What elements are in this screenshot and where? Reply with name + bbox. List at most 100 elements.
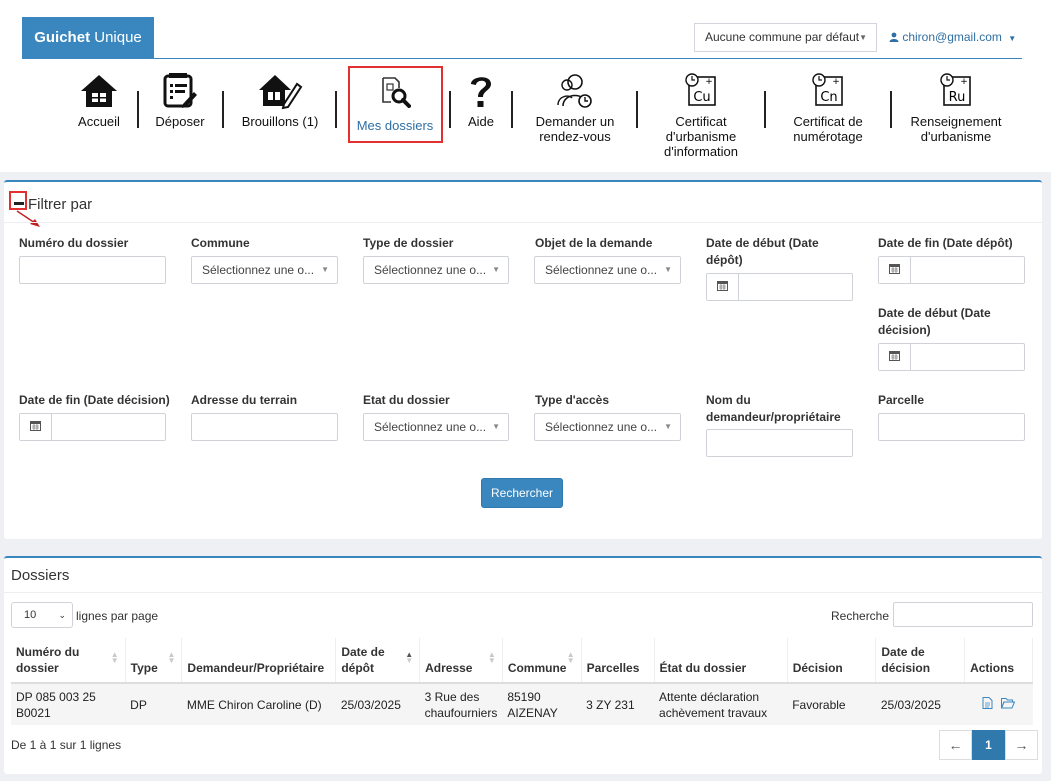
type-select[interactable]: Sélectionnez une o... ▼ [363, 256, 509, 284]
page-size-select[interactable]: 10 ⌄ [11, 602, 73, 628]
col-adresse[interactable]: Adresse ▲ ▼ [419, 638, 503, 684]
page-1-button[interactable]: 1 [972, 730, 1005, 760]
nav-label: Demander un rendez-vous [535, 114, 615, 144]
label-commune: Commune [191, 236, 250, 250]
label-objet: Objet de la demande [535, 236, 653, 250]
col-etat: État du dossier [654, 638, 788, 684]
prev-page-button[interactable]: ← [939, 730, 972, 760]
nav-divider [449, 91, 451, 128]
sort-asc-icon: ▲ ▼ [405, 650, 414, 665]
nom-input[interactable] [706, 429, 853, 457]
nav-rendez-vous[interactable]: Demander un rendez-vous [526, 72, 624, 144]
nav-brouillons[interactable]: Brouillons (1) [236, 72, 324, 129]
objet-select[interactable]: Sélectionnez une o... ▼ [534, 256, 681, 284]
fin-decision-date[interactable] [19, 413, 166, 441]
cell-parcelles: 3 ZY 231 [581, 683, 655, 725]
nav-mes-dossiers[interactable]: Mes dossiers [350, 76, 440, 133]
document-edit-icon [150, 72, 210, 110]
next-page-button[interactable]: → [1005, 730, 1038, 760]
calendar-icon[interactable] [879, 344, 911, 370]
default-commune-select[interactable]: Aucune commune par défaut ▼ [694, 23, 877, 52]
caret-down-icon: ▼ [321, 265, 329, 274]
question-icon [462, 72, 500, 110]
caret-down-icon: ▼ [664, 422, 672, 431]
cell-decision: Favorable [787, 683, 876, 725]
calendar-icon[interactable] [707, 274, 739, 300]
caret-down-icon: ▼ [1008, 34, 1017, 43]
rechercher-button[interactable]: Rechercher [481, 478, 563, 508]
table-search-input[interactable] [893, 602, 1033, 627]
adresse-input[interactable] [191, 413, 338, 441]
folder-open-icon[interactable] [1000, 697, 1015, 709]
label-nom: Nom du demandeur/propriétaire [706, 393, 841, 424]
nav-label: Certificat d'urbanisme d'information [663, 114, 739, 159]
dossiers-title: Dossiers [11, 567, 70, 584]
table-row: DP 085 003 25 B0021 DP MME Chiron Caroli… [11, 683, 1033, 725]
pagination-info: De 1 à 1 sur 1 lignes [11, 738, 122, 752]
brand-logo[interactable]: Guichet Unique [22, 17, 154, 59]
nav-renseignement-urbanisme[interactable]: + Ru Renseignement d'urbanisme [902, 72, 1010, 144]
svg-text:+: + [960, 77, 968, 87]
minus-icon[interactable] [14, 202, 24, 205]
caret-down-icon: ▼ [664, 265, 672, 274]
calendar-icon[interactable] [879, 257, 911, 283]
collapse-toggle-highlight[interactable] [9, 191, 27, 210]
col-numero[interactable]: Numéro du dossier ▲ ▼ [11, 638, 126, 684]
svg-text:Cn: Cn [820, 90, 837, 105]
label-fin-decision: Date de fin (Date décision) [19, 393, 170, 407]
nav-label: Brouillons (1) [241, 114, 319, 129]
user-menu[interactable]: chiron@gmail.com ▼ [889, 30, 1016, 44]
cell-adresse: 3 Rue des chaufourniers [419, 683, 503, 725]
cell-actions [964, 683, 1033, 725]
filter-panel: Filtrer par Numéro du dossier Commune Sé… [4, 180, 1042, 539]
parcelle-input[interactable] [878, 413, 1025, 441]
cn-clock-icon: + Cn [778, 72, 878, 110]
sort-icon: ▲ ▼ [167, 650, 176, 665]
nav-divider [636, 91, 638, 128]
debut-decision-date[interactable] [878, 343, 1025, 371]
house-pencil-icon [236, 72, 324, 110]
filter-title: Filtrer par [28, 196, 93, 213]
user-email: chiron@gmail.com [902, 30, 1002, 44]
col-decision: Décision [787, 638, 877, 684]
caret-down-icon: ▼ [859, 33, 867, 42]
user-icon [889, 32, 899, 42]
svg-text:Cu: Cu [693, 90, 710, 105]
cell-date-depot: 25/03/2025 [335, 683, 420, 725]
document-icon[interactable] [982, 696, 993, 709]
etat-select[interactable]: Sélectionnez une o... ▼ [363, 413, 509, 441]
nav-divider [137, 91, 139, 128]
dossiers-table: Numéro du dossier ▲ ▼ Type ▲ ▼ Demandeur/Pro… [11, 638, 1033, 725]
cell-numero: DP 085 003 25 B0021 [11, 683, 126, 725]
header-divider [22, 58, 1022, 59]
cell-commune: 85190 AIZENAY [502, 683, 582, 725]
divider [4, 222, 1042, 223]
label-numero: Numéro du dossier [19, 236, 129, 250]
fin-depot-date[interactable] [878, 256, 1025, 284]
numero-input[interactable] [19, 256, 166, 284]
label-adresse: Adresse du terrain [191, 393, 298, 407]
search-label: Recherche [831, 609, 890, 623]
col-type[interactable]: Type ▲ ▼ [125, 638, 183, 684]
col-date-depot[interactable]: Date de dépôt ▲ ▼ [335, 638, 421, 684]
divider [4, 592, 1042, 593]
label-type: Type de dossier [363, 236, 454, 250]
folder-search-icon [350, 76, 440, 108]
nav-certificat-numerotage[interactable]: + Cn Certificat de numérotage [778, 72, 878, 144]
nav-aide[interactable]: Aide [462, 72, 500, 129]
svg-text:+: + [705, 77, 713, 87]
nav-deposer[interactable]: Déposer [150, 72, 210, 129]
col-demandeur: Demandeur/Propriétaire [181, 638, 337, 684]
col-commune[interactable]: Commune ▲ ▼ [502, 638, 582, 684]
page-size-label: lignes par page [76, 609, 159, 623]
nav-label: Déposer [155, 114, 205, 129]
commune-select[interactable]: Sélectionnez une o... ▼ [191, 256, 338, 284]
debut-depot-date[interactable] [706, 273, 853, 301]
nav-certificat-urbanisme[interactable]: + Cu Certificat d'urbanisme d'information [650, 72, 752, 159]
nav-label: Accueil [78, 114, 120, 129]
acces-select[interactable]: Sélectionnez une o... ▼ [534, 413, 681, 441]
chevron-down-icon: ⌄ [58, 610, 66, 620]
nav-accueil[interactable]: Accueil [72, 72, 126, 129]
calendar-icon[interactable] [20, 414, 52, 440]
commune-select-value: Aucune commune par défaut [705, 30, 860, 44]
